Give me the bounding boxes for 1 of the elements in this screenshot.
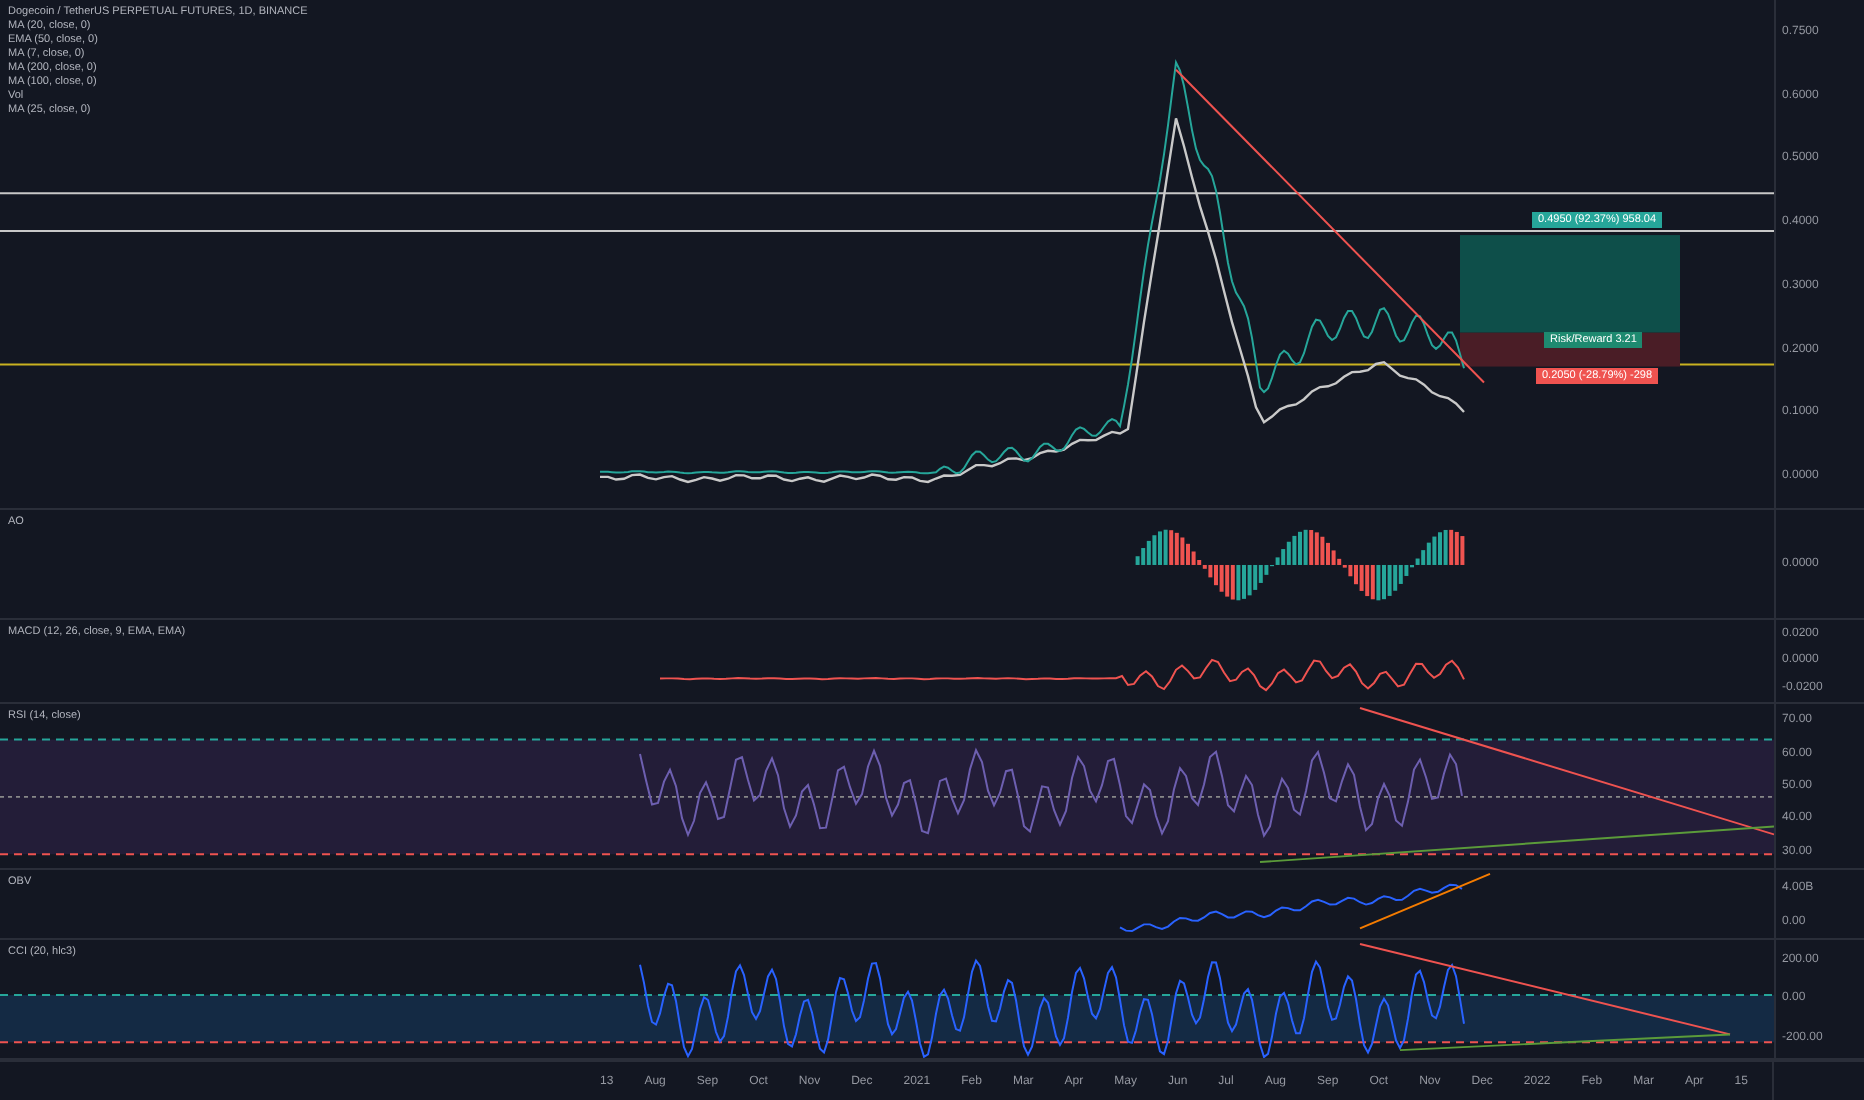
trend-line	[1359, 872, 1491, 930]
